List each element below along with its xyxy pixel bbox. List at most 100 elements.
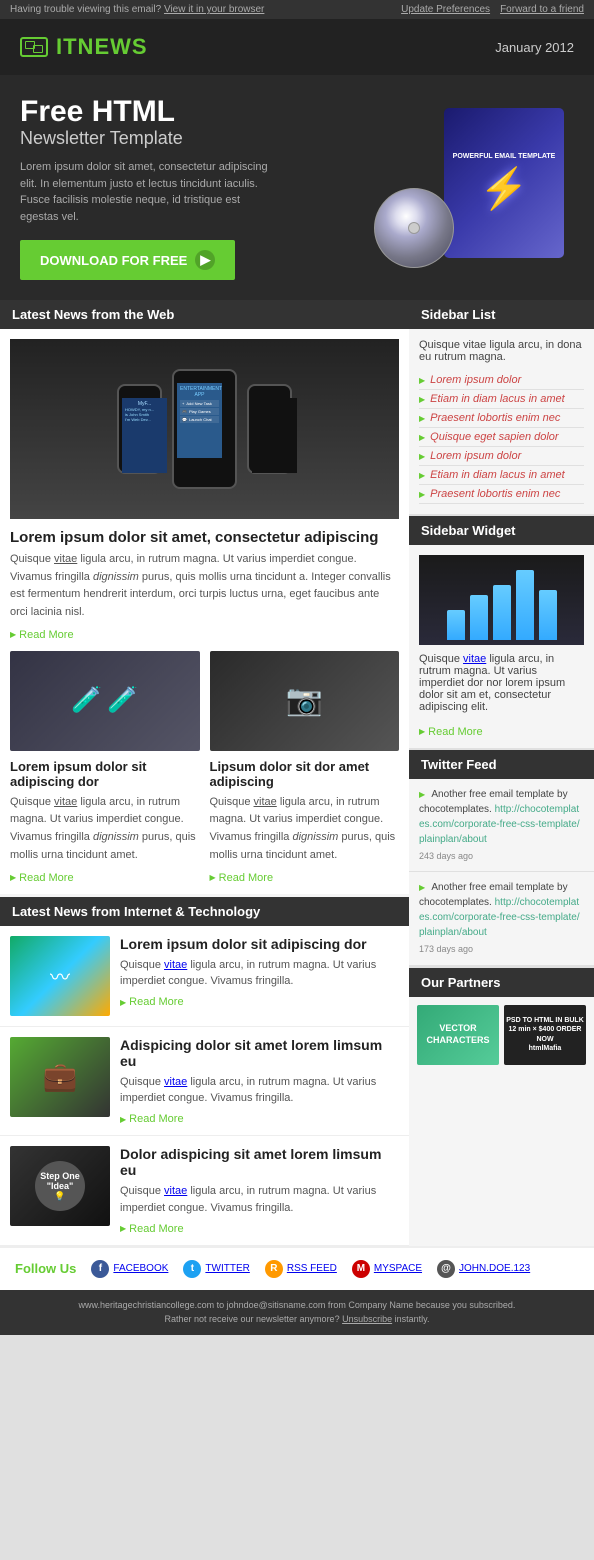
list-link-2[interactable]: Etiam in diam lacus in amet: [430, 393, 565, 405]
list-item: Quisque eget sapien dolor: [419, 428, 584, 447]
vitae-link-6[interactable]: vitae: [164, 1185, 187, 1197]
main-article-title: Lorem ipsum dolor sit amet, consectetur …: [10, 529, 399, 546]
partner-1[interactable]: VECTOR CHARACTERS: [417, 1005, 499, 1065]
latest-news-header: Latest News from the Web: [0, 300, 409, 329]
list-link-4[interactable]: Quisque eget sapien dolor: [430, 431, 558, 443]
myspace-link[interactable]: MYSPACE: [374, 1263, 422, 1274]
lightning-icon: ⚡: [479, 165, 529, 212]
sidebar-widget-section: Sidebar Widget Quisque vitae ligula arcu…: [409, 516, 594, 748]
hero-title: Free HTML: [20, 95, 354, 128]
email-follow-link[interactable]: JOHN.DOE.123: [459, 1263, 530, 1274]
unsubscribe-link[interactable]: Unsubscribe: [342, 1314, 392, 1324]
article-1-read-more[interactable]: Read More: [10, 872, 74, 884]
download-button[interactable]: DOWNLOAD FOR FREE ▶: [20, 240, 235, 280]
flask-icon-2: 🧪: [107, 686, 138, 715]
view-browser-link[interactable]: View it in your browser: [164, 4, 264, 15]
top-bar: Having trouble viewing this email? View …: [0, 0, 594, 19]
sidebar-list: Lorem ipsum dolor Etiam in diam lacus in…: [419, 371, 584, 504]
twitter-feed-header: Twitter Feed: [409, 750, 594, 779]
tech-title-3: Dolor adispicing sit amet lorem limsum e…: [120, 1146, 399, 1178]
tech-read-more-3[interactable]: Read More: [120, 1223, 184, 1235]
app-title: ENTERTAINMENT APP: [180, 386, 219, 398]
vitae-link-5[interactable]: vitae: [164, 1076, 187, 1088]
tech-content-3: Dolor adispicing sit amet lorem limsum e…: [120, 1146, 399, 1235]
twitter-icon: t: [183, 1260, 201, 1278]
flask-icon: 🧪: [71, 686, 102, 715]
hero-description: Lorem ipsum dolor sit amet, consectetur …: [20, 159, 280, 225]
list-item: Etiam in diam lacus in amet: [419, 466, 584, 485]
footer-instantly: instantly.: [395, 1314, 430, 1324]
vitae-link-4[interactable]: vitae: [164, 959, 187, 971]
left-column: Latest News from the Web MyF... HOWDY, m…: [0, 300, 409, 1246]
arrow-icon: ▶: [195, 250, 215, 270]
article-1-image: 🧪 🧪: [10, 651, 200, 751]
widget-read-more[interactable]: Read More: [419, 726, 483, 738]
header-date: January 2012: [495, 40, 574, 55]
logo-icon: [20, 37, 48, 57]
article-2-read-more[interactable]: Read More: [210, 872, 274, 884]
list-link-5[interactable]: Lorem ipsum dolor: [430, 450, 521, 462]
footer-from: from Company Name because you subscribed…: [328, 1300, 516, 1310]
email-icon: @: [437, 1260, 455, 1278]
tech-item-2: 💼 Adispicing dolor sit amet lorem limsum…: [0, 1027, 409, 1137]
twitter-item-2: Another free email template by chocotemp…: [409, 872, 594, 966]
list-link-3[interactable]: Praesent lobortis enim nec: [430, 412, 560, 424]
follow-us-label: Follow Us: [15, 1261, 76, 1276]
vitae-link-3[interactable]: vitae: [254, 796, 277, 808]
twitter-follow-link[interactable]: TWITTER: [205, 1263, 249, 1274]
right-column: Sidebar List Quisque vitae ligula arcu, …: [409, 300, 594, 1246]
list-item: Etiam in diam lacus in amet: [419, 390, 584, 409]
article-2: 📷 Lipsum dolor sit dor amet adipiscing Q…: [210, 651, 400, 884]
twitter-item-1: Another free email template by chocotemp…: [409, 779, 594, 873]
follow-us-section: Follow Us f FACEBOOK t TWITTER R RSS FEE…: [0, 1246, 594, 1290]
article-2-title: Lipsum dolor sit dor amet adipiscing: [210, 759, 400, 789]
phone-screen-2: ENTERTAINMENT APP + Add New Task 🎮 Play …: [177, 383, 222, 458]
app-item-3: 💬 Launch Chat: [180, 416, 219, 423]
footer-unsubscribe-text: Rather not receive our newsletter anymor…: [164, 1314, 339, 1324]
vitae-link-2[interactable]: vitae: [54, 796, 77, 808]
article-1-title: Lorem ipsum dolor sit adipiscing dor: [10, 759, 200, 789]
vitae-link-1[interactable]: vitae: [54, 553, 77, 565]
footer-website: www.heritagechristiancollege.com: [79, 1300, 215, 1310]
tech-read-more-2[interactable]: Read More: [120, 1113, 184, 1125]
logo-text: ITNEWS: [56, 34, 148, 60]
main-content: Latest News from the Web MyF... HOWDY, m…: [0, 300, 594, 1246]
article-2-image: 📷: [210, 651, 400, 751]
header: ITNEWS January 2012: [0, 19, 594, 75]
step-one-badge: Step One"Idea"💡: [35, 1161, 85, 1211]
forward-link[interactable]: Forward to a friend: [500, 4, 584, 15]
list-link-7[interactable]: Praesent lobortis enim nec: [430, 488, 560, 500]
facebook-icon: f: [91, 1260, 109, 1278]
product-box: POWERFUL EMAIL TEMPLATE ⚡: [444, 108, 564, 258]
app-item-2: 🎮 Play Games: [180, 408, 219, 415]
partner-2[interactable]: PSD TO HTML IN BULK 12 min × $400 ORDER …: [504, 1005, 586, 1065]
sidebar-list-content: Quisque vitae ligula arcu, in dona eu ru…: [409, 329, 594, 514]
tech-image-3: Step One"Idea"💡: [10, 1146, 110, 1226]
update-preferences-link[interactable]: Update Preferences: [401, 4, 490, 15]
rss-social: R RSS FEED: [265, 1260, 337, 1278]
tech-section: Latest News from Internet & Technology 〰…: [0, 894, 409, 1246]
facebook-link[interactable]: FACEBOOK: [113, 1263, 168, 1274]
list-link-6[interactable]: Etiam in diam lacus in amet: [430, 469, 565, 481]
list-link-1[interactable]: Lorem ipsum dolor: [430, 374, 521, 386]
main-article-read-more[interactable]: Read More: [10, 629, 74, 641]
tech-title-1: Lorem ipsum dolor sit adipiscing dor: [120, 936, 399, 952]
twitter-time-1: 243 days ago: [419, 850, 584, 864]
rss-link[interactable]: RSS FEED: [287, 1263, 337, 1274]
tech-text-1: Quisque vitae ligula arcu, in rutrum mag…: [120, 957, 399, 990]
tech-content-1: Lorem ipsum dolor sit adipiscing dor Qui…: [120, 936, 399, 1016]
footer-to: to johndoe@sitisname.com: [217, 1300, 326, 1310]
app-ui: ENTERTAINMENT APP + Add New Task 🎮 Play …: [177, 383, 222, 458]
bar-3: [493, 585, 511, 640]
bar-4: [516, 570, 534, 640]
waves-icon: 〰: [50, 961, 70, 990]
list-item: Praesent lobortis enim nec: [419, 485, 584, 504]
logo: ITNEWS: [20, 34, 148, 60]
cd-hole: [408, 222, 420, 234]
widget-vitae-link[interactable]: vitae: [463, 653, 486, 665]
hero-right: POWERFUL EMAIL TEMPLATE ⚡: [354, 108, 574, 268]
email-wrapper: Having trouble viewing this email? View …: [0, 0, 594, 1335]
sidebar-list-header: Sidebar List: [409, 300, 594, 329]
tech-read-more-1[interactable]: Read More: [120, 996, 184, 1008]
sidebar-intro: Quisque vitae ligula arcu, in dona eu ru…: [419, 339, 584, 363]
